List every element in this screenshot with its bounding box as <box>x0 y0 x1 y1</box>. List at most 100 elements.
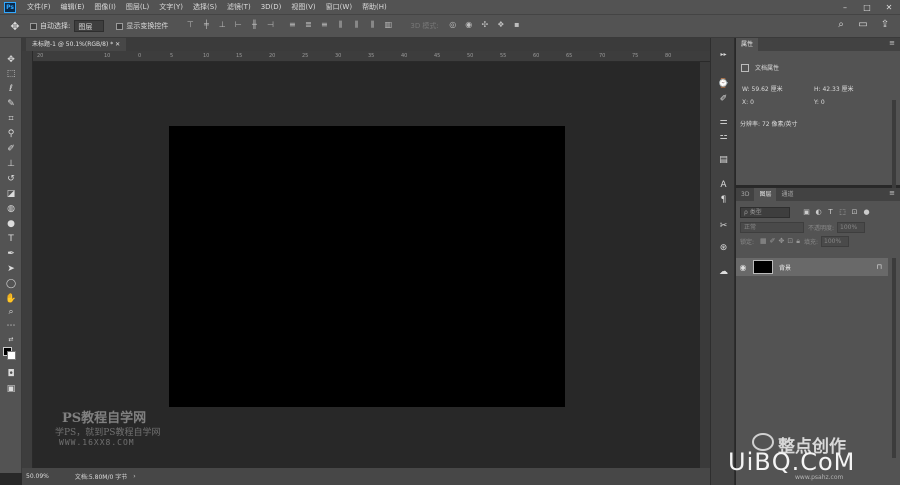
brush-panel-icon[interactable]: ✐ <box>717 93 730 106</box>
brush-tool-icon[interactable]: ✐ <box>3 143 19 156</box>
lock-all-icon[interactable]: 🔒︎ <box>796 237 800 246</box>
zoom-tool-icon[interactable]: ⌕ <box>3 306 19 319</box>
auto-select-dropdown[interactable]: 图层 <box>74 20 105 32</box>
hand-tool-icon[interactable]: ✋ <box>3 293 19 306</box>
lock-paint-icon[interactable]: ✐ <box>770 237 776 246</box>
zoom-level[interactable]: 50.09% <box>26 473 49 480</box>
x-value[interactable]: 0 <box>750 99 754 106</box>
distribute-top-icon[interactable]: ≡ <box>286 20 298 32</box>
align-left-icon[interactable]: ⊢ <box>232 20 244 32</box>
adjustments-panel-icon[interactable]: ⚌ <box>717 116 730 129</box>
close-button[interactable]: ✕ <box>878 0 900 14</box>
align-bottom-icon[interactable]: ⊥ <box>216 20 228 32</box>
paragraph-panel-icon[interactable]: ¶ <box>717 194 730 207</box>
swap-colors-icon[interactable]: ⇄ <box>3 333 19 346</box>
filter-shape-icon[interactable]: ⬚ <box>838 208 847 217</box>
document-canvas[interactable] <box>169 126 565 407</box>
menu-type[interactable]: 文字(Y) <box>154 2 188 12</box>
minimize-button[interactable]: – <box>834 0 856 14</box>
menu-3d[interactable]: 3D(D) <box>256 3 287 11</box>
history-panel-icon[interactable]: ⌚ <box>717 78 730 91</box>
dodge-tool-icon[interactable]: ● <box>3 218 19 231</box>
background-color-swatch[interactable] <box>7 351 16 360</box>
menu-layer[interactable]: 图层(L) <box>121 2 154 12</box>
auto-align-icon[interactable]: ▥ <box>382 20 394 32</box>
blend-mode-dropdown[interactable]: 正常 <box>740 221 804 233</box>
type-tool-icon[interactable]: T <box>3 233 19 246</box>
layer-row[interactable]: ◉ 背景 ⊓ <box>736 258 888 276</box>
distribute-bottom-icon[interactable]: ≡ <box>318 20 330 32</box>
menu-filter[interactable]: 滤镜(T) <box>222 2 256 12</box>
tab-properties[interactable]: 属性 <box>736 38 759 51</box>
menu-edit[interactable]: 编辑(E) <box>56 2 90 12</box>
vertical-ruler[interactable] <box>22 51 33 472</box>
canvas-scrollbar[interactable] <box>700 62 710 468</box>
stamp-tool-icon[interactable]: ⊥ <box>3 158 19 171</box>
close-tab-icon[interactable]: ✕ <box>115 41 120 48</box>
roll-3d-icon[interactable]: ◉ <box>463 20 475 32</box>
shape-tool-icon[interactable]: ◯ <box>3 278 19 291</box>
marquee-tool-icon[interactable]: ⬚ <box>3 68 19 81</box>
opacity-input[interactable]: 100% <box>837 221 866 233</box>
history-brush-tool-icon[interactable]: ↺ <box>3 173 19 186</box>
layer-lock-icon[interactable]: ⊓ <box>877 263 882 271</box>
document-tab[interactable]: 未标题-1 @ 50.1%(RGB/8) * ✕ <box>26 38 127 51</box>
lock-artboard-icon[interactable]: ⊡ <box>787 237 793 246</box>
filter-type-icon[interactable]: T <box>826 208 835 217</box>
pan-3d-icon[interactable]: ✣ <box>479 20 491 32</box>
layers-menu-icon[interactable]: ≡ <box>889 189 895 197</box>
eyedropper-tool-icon[interactable]: ⚲ <box>3 128 19 141</box>
distribute-vcenter-icon[interactable]: ≣ <box>302 20 314 32</box>
swatches-panel-icon[interactable]: ⚍ <box>717 131 730 144</box>
menu-help[interactable]: 帮助(H) <box>357 2 392 12</box>
height-value[interactable]: 42.33 厘米 <box>822 86 853 93</box>
visibility-eye-icon[interactable]: ◉ <box>736 263 750 272</box>
slide-3d-icon[interactable]: ❖ <box>495 20 507 32</box>
quick-mask-icon[interactable]: ◘ <box>3 368 19 381</box>
tab-layers[interactable]: 图层 <box>754 188 777 201</box>
layer-filter-dropdown[interactable]: ρ 类型 <box>740 206 790 218</box>
maximize-button[interactable]: □ <box>856 0 878 14</box>
align-vcenter-icon[interactable]: ╪ <box>200 20 212 32</box>
scale-3d-icon[interactable]: ▪ <box>511 20 523 32</box>
filter-pixel-icon[interactable]: ▣ <box>802 208 811 217</box>
tab-channels[interactable]: 通道 <box>776 188 798 201</box>
y-value[interactable]: 0 <box>821 99 825 106</box>
collapse-strip-icon[interactable]: ▸▸ <box>717 48 730 61</box>
align-hcenter-icon[interactable]: ╫ <box>248 20 260 32</box>
show-transform-checkbox[interactable] <box>116 22 124 30</box>
search-icon[interactable]: ⌕ <box>834 19 848 33</box>
menu-window[interactable]: 窗口(W) <box>321 2 357 12</box>
quick-select-tool-icon[interactable]: ✎ <box>3 98 19 111</box>
path-select-tool-icon[interactable]: ➤ <box>3 263 19 276</box>
lasso-tool-icon[interactable]: ℓ <box>3 83 19 96</box>
move-tool-icon[interactable]: ✥ <box>3 54 19 67</box>
lock-transparent-icon[interactable]: ▦ <box>760 237 767 246</box>
horizontal-ruler[interactable]: 20 10 0 5 10 15 20 25 30 35 40 45 50 55 … <box>33 51 710 62</box>
menu-file[interactable]: 文件(F) <box>22 2 56 12</box>
paint-bucket-tool-icon[interactable]: ◍ <box>3 203 19 216</box>
fill-input[interactable]: 100% <box>821 235 850 247</box>
filter-adjustment-icon[interactable]: ◐ <box>814 208 823 217</box>
workspace-icon[interactable]: ▭ <box>856 19 870 33</box>
share-icon[interactable]: ⇪ <box>878 19 892 33</box>
menu-select[interactable]: 选择(S) <box>188 2 222 12</box>
menu-image[interactable]: 图像(I) <box>89 2 121 12</box>
orbit-3d-icon[interactable]: ◎ <box>447 20 459 32</box>
crop-tool-icon[interactable]: ⌗ <box>3 113 19 126</box>
tool-presets-icon[interactable]: ✂ <box>717 220 730 233</box>
pen-tool-icon[interactable]: ✒ <box>3 248 19 261</box>
character-panel-icon[interactable]: A <box>717 179 730 192</box>
distribute-left-icon[interactable]: ⫼ <box>334 20 346 32</box>
cc-libraries-icon[interactable]: ☁ <box>717 266 730 279</box>
align-top-icon[interactable]: ⊤ <box>184 20 196 32</box>
distribute-hcenter-icon[interactable]: ⫼ <box>350 20 362 32</box>
align-right-icon[interactable]: ⊣ <box>264 20 276 32</box>
lock-move-icon[interactable]: ✥ <box>779 237 785 246</box>
eraser-tool-icon[interactable]: ◪ <box>3 188 19 201</box>
filter-smart-icon[interactable]: ⊡ <box>850 208 859 217</box>
width-value[interactable]: 59.62 厘米 <box>752 86 783 93</box>
panel-menu-icon[interactable]: ≡ <box>889 39 895 47</box>
auto-select-checkbox[interactable] <box>30 22 37 30</box>
distribute-right-icon[interactable]: ⫼ <box>366 20 378 32</box>
